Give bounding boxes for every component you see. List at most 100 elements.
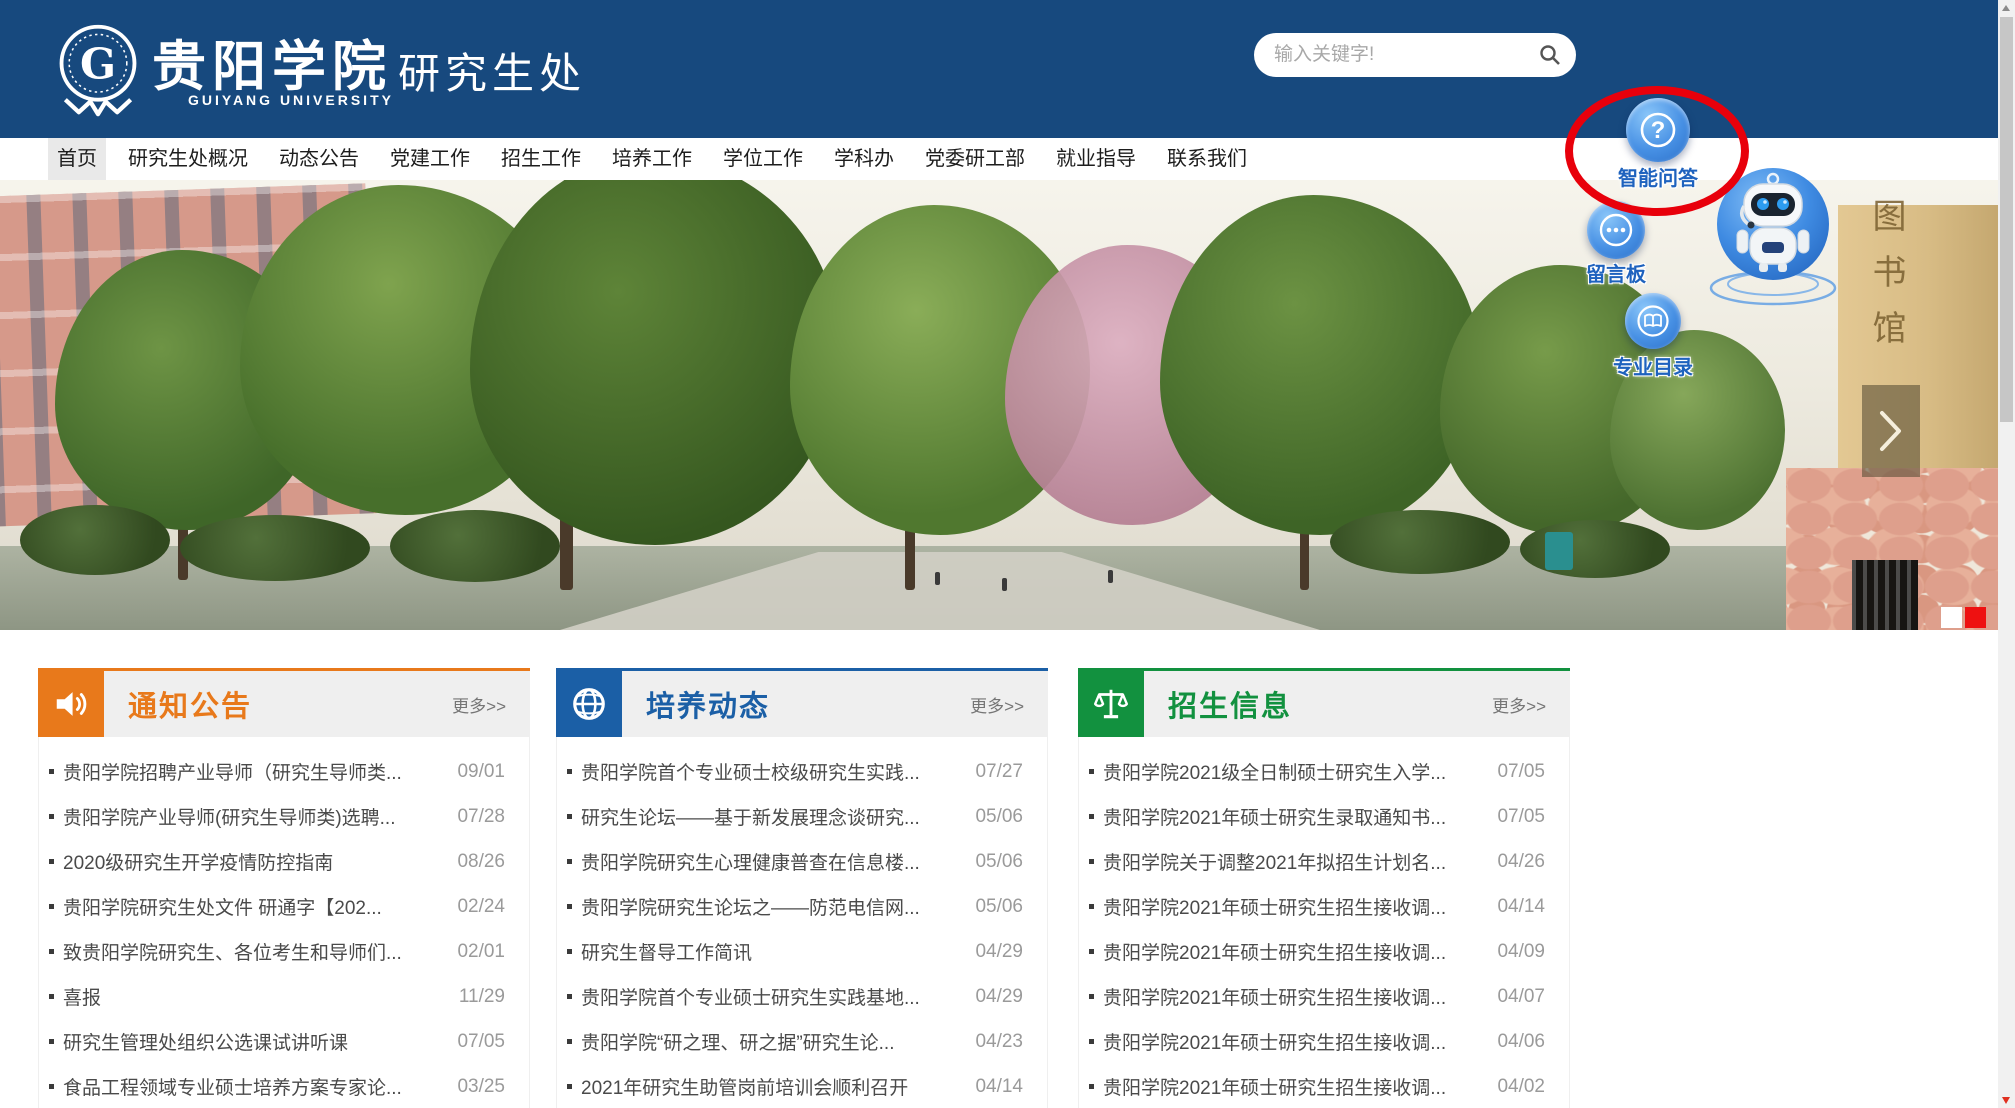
bullet-icon (49, 859, 54, 864)
major-catalog-label[interactable]: 专业目录 (1599, 351, 1707, 380)
robot-assistant-mascot[interactable] (1708, 162, 1838, 322)
news-title[interactable]: 贵阳学院2021年硕士研究生招生接收调... (1103, 938, 1483, 965)
major-catalog-button[interactable] (1625, 293, 1681, 349)
news-title[interactable]: 致贵阳学院研究生、各位考生和导师们... (63, 938, 443, 965)
news-item[interactable]: 贵阳学院2021年硕士研究生招生接收调...04/14 (1079, 884, 1569, 929)
news-date: 05/06 (975, 896, 1023, 918)
carousel-next-button[interactable] (1862, 385, 1920, 477)
news-title[interactable]: 贵阳学院产业导师(研究生导师类)选聘... (63, 803, 443, 830)
news-title[interactable]: 2020级研究生开学疫情防控指南 (63, 848, 443, 875)
news-title[interactable]: 贵阳学院研究生处文件 研通字【202... (63, 893, 443, 920)
news-title[interactable]: 贵阳学院研究生论坛之——防范电信网... (581, 893, 961, 920)
smart-qa-label[interactable]: 智能问答 (1612, 162, 1704, 191)
more-link[interactable]: 更多>> (1492, 692, 1546, 717)
news-title[interactable]: 贵阳学院2021年硕士研究生招生接收调... (1103, 893, 1483, 920)
bullet-icon (567, 904, 572, 909)
news-title[interactable]: 贵阳学院2021年硕士研究生招生接收调... (1103, 983, 1483, 1010)
bullet-icon (49, 949, 54, 954)
news-item[interactable]: 贵阳学院研究生论坛之——防范电信网... 05/06 (557, 884, 1047, 929)
scroll-up-arrow-icon[interactable] (2002, 5, 2010, 11)
news-title[interactable]: 贵阳学院招聘产业导师（研究生导师类... (63, 758, 443, 785)
training-panel: 培养动态 更多>> 贵阳学院首个专业硕士校级研究生实践...07/27研究生论坛… (556, 668, 1048, 1108)
smart-qa-button[interactable]: ? (1626, 98, 1690, 162)
globe-icon (556, 671, 622, 737)
news-title[interactable]: 贵阳学院2021年硕士研究生招生接收调... (1103, 1028, 1483, 1055)
news-date: 07/27 (975, 761, 1023, 783)
news-title[interactable]: 喜报 (63, 983, 445, 1010)
news-item[interactable]: 2020级研究生开学疫情防控指南 08/26 (39, 839, 529, 884)
news-item[interactable]: 贵阳学院“研之理、研之据”研究生论... 04/23 (557, 1019, 1047, 1064)
news-item[interactable]: 贵阳学院招聘产业导师（研究生导师类...09/01 (39, 749, 529, 794)
search-input[interactable] (1254, 33, 1576, 77)
university-name-calligraphy: 贵阳学院 (152, 22, 392, 101)
news-title[interactable]: 贵阳学院首个专业硕士校级研究生实践... (581, 758, 961, 785)
news-date: 08/26 (457, 851, 505, 873)
news-title[interactable]: 研究生督导工作简讯 (581, 938, 961, 965)
nav-item-1[interactable]: 研究生处概况 (119, 138, 257, 180)
bullet-icon (49, 904, 54, 909)
nav-item-4[interactable]: 招生工作 (492, 138, 590, 180)
nav-item-5[interactable]: 培养工作 (603, 138, 701, 180)
nav-item-3[interactable]: 党建工作 (381, 138, 479, 180)
news-item[interactable]: 贵阳学院首个专业硕士研究生实践基地...04/29 (557, 974, 1047, 1019)
carousel-dot-2-active[interactable] (1965, 607, 1986, 628)
more-link[interactable]: 更多>> (970, 692, 1024, 717)
news-title[interactable]: 贵阳学院2021级全日制硕士研究生入学... (1103, 758, 1483, 785)
scroll-down-arrow-icon[interactable] (2002, 1097, 2010, 1104)
more-link[interactable]: 更多>> (452, 692, 506, 717)
nav-item-8[interactable]: 党委研工部 (916, 138, 1034, 180)
news-title[interactable]: 贵阳学院“研之理、研之据”研究生论... (581, 1028, 961, 1055)
news-date: 04/23 (975, 1031, 1023, 1053)
university-seal-logo[interactable]: G (50, 20, 146, 118)
carousel-dot-1[interactable] (1941, 607, 1962, 628)
news-title[interactable]: 食品工程领域专业硕士培养方案专家论... (63, 1073, 443, 1100)
news-item[interactable]: 研究生论坛——基于新发展理念谈研究...05/06 (557, 794, 1047, 839)
news-item[interactable]: 研究生督导工作简讯04/29 (557, 929, 1047, 974)
message-board-button[interactable] (1587, 201, 1645, 259)
search-icon[interactable] (1538, 43, 1562, 67)
news-item[interactable]: 贵阳学院2021年硕士研究生招生接收调...04/06 (1079, 1019, 1569, 1064)
news-date: 04/02 (1497, 1076, 1545, 1098)
news-date: 02/24 (457, 896, 505, 918)
news-title[interactable]: 贵阳学院2021年硕士研究生招生接收调... (1103, 1073, 1483, 1100)
nav-item-6[interactable]: 学位工作 (714, 138, 812, 180)
news-item[interactable]: 贵阳学院2021级全日制硕士研究生入学...07/05 (1079, 749, 1569, 794)
news-title[interactable]: 贵阳学院研究生心理健康普查在信息楼... (581, 848, 961, 875)
news-item[interactable]: 喜报11/29 (39, 974, 529, 1019)
news-item[interactable]: 贵阳学院2021年硕士研究生招生接收调... 04/02 (1079, 1064, 1569, 1108)
news-item[interactable]: 贵阳学院产业导师(研究生导师类)选聘... 07/28 (39, 794, 529, 839)
news-title[interactable]: 贵阳学院首个专业硕士研究生实践基地... (581, 983, 961, 1010)
search-box (1254, 33, 1576, 77)
news-list: 贵阳学院招聘产业导师（研究生导师类...09/01贵阳学院产业导师(研究生导师类… (38, 737, 530, 1108)
bullet-icon (1089, 814, 1094, 819)
news-title[interactable]: 研究生论坛——基于新发展理念谈研究... (581, 803, 961, 830)
nav-item-2[interactable]: 动态公告 (270, 138, 368, 180)
scrollbar-thumb[interactable] (2000, 17, 2013, 422)
news-title[interactable]: 贵阳学院2021年硕士研究生录取通知书... (1103, 803, 1483, 830)
university-name-english: GUIYANG UNIVERSITY (188, 92, 394, 108)
news-item[interactable]: 贵阳学院研究生处文件 研通字【202... 02/24 (39, 884, 529, 929)
news-date: 07/28 (457, 806, 505, 828)
banner-shrub (1330, 510, 1510, 574)
nav-item-0[interactable]: 首页 (48, 138, 106, 180)
nav-item-10[interactable]: 联系我们 (1158, 138, 1256, 180)
news-item[interactable]: 贵阳学院2021年硕士研究生录取通知书...07/05 (1079, 794, 1569, 839)
news-title[interactable]: 2021年研究生助管岗前培训会顺利召开 (581, 1073, 961, 1100)
vertical-scrollbar[interactable] (1998, 0, 2015, 1108)
banner-tree (1160, 195, 1480, 535)
news-title[interactable]: 研究生管理处组织公选课试讲听课 (63, 1028, 443, 1055)
nav-item-9[interactable]: 就业指导 (1047, 138, 1145, 180)
news-item[interactable]: 食品工程领域专业硕士培养方案专家论...03/25 (39, 1064, 529, 1108)
news-item[interactable]: 贵阳学院2021年硕士研究生招生接收调...04/07 (1079, 974, 1569, 1019)
news-item[interactable]: 贵阳学院关于调整2021年拟招生计划名...04/26 (1079, 839, 1569, 884)
news-item[interactable]: 2021年研究生助管岗前培训会顺利召开04/14 (557, 1064, 1047, 1108)
news-item[interactable]: 贵阳学院研究生心理健康普查在信息楼...05/06 (557, 839, 1047, 884)
news-title[interactable]: 贵阳学院关于调整2021年拟招生计划名... (1103, 848, 1483, 875)
news-item[interactable]: 贵阳学院首个专业硕士校级研究生实践... 07/27 (557, 749, 1047, 794)
news-item[interactable]: 贵阳学院2021年硕士研究生招生接收调...04/09 (1079, 929, 1569, 974)
message-board-label[interactable]: 留言板 (1572, 258, 1660, 287)
bullet-icon (49, 994, 54, 999)
news-item[interactable]: 研究生管理处组织公选课试讲听课07/05 (39, 1019, 529, 1064)
nav-item-7[interactable]: 学科办 (825, 138, 903, 180)
news-item[interactable]: 致贵阳学院研究生、各位考生和导师们...02/01 (39, 929, 529, 974)
